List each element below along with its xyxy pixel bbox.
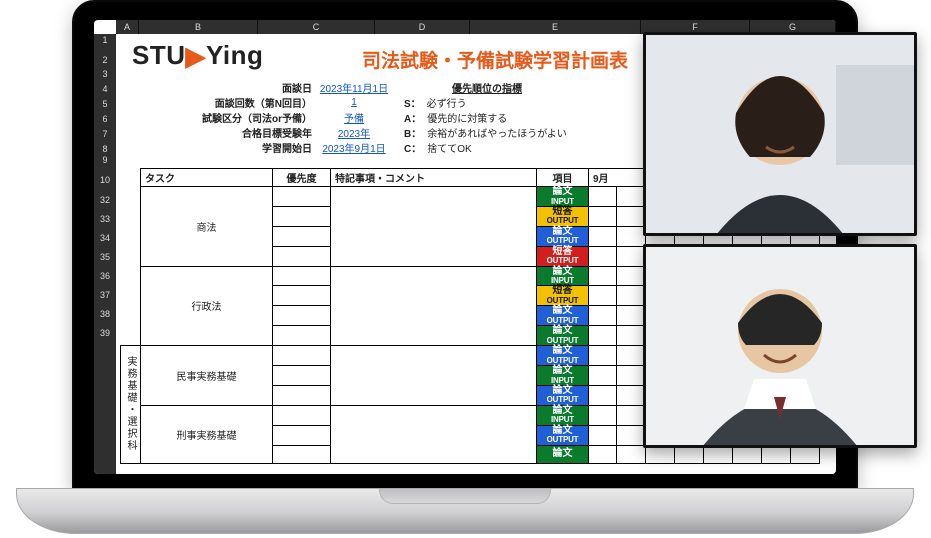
row-7[interactable]: 7 — [94, 130, 116, 139]
item-ronbun-output: 論文OUTPUT — [537, 425, 589, 445]
row-10[interactable]: 10 — [94, 176, 116, 185]
row-headers[interactable]: 1 2 3 4 5 6 7 8 9 10 32 33 34 35 — [94, 34, 116, 474]
col-d[interactable]: D — [375, 20, 470, 34]
row-33[interactable]: 33 — [94, 215, 116, 224]
legend-a: A：優先的に対策する — [390, 110, 507, 125]
consultant-video[interactable] — [643, 32, 917, 236]
row-35[interactable]: 35 — [94, 253, 116, 262]
hdr-item: 項目 — [537, 169, 589, 187]
meta-value-4[interactable]: 2023年9月1日 — [318, 140, 390, 155]
item-ronbun-input: 論文INPUT — [537, 187, 589, 207]
laptop-base — [16, 488, 914, 534]
sheet-title: 司法試験・予備試験学習計画表 — [362, 46, 628, 73]
task-gyosei[interactable]: 行政法 — [141, 266, 273, 346]
task-minji[interactable]: 民事実務基礎 — [141, 346, 273, 406]
row-34[interactable]: 34 — [94, 234, 116, 243]
col-b[interactable]: B — [139, 20, 258, 34]
row-5[interactable]: 5 — [94, 100, 116, 109]
logo-text-1: STU — [132, 40, 186, 70]
row-39[interactable]: 39 — [94, 329, 116, 338]
row-32[interactable]: 32 — [94, 196, 116, 205]
meta-label-2: 試験区分（司法or予備） — [172, 110, 318, 125]
person-icon — [646, 247, 914, 445]
col-c[interactable]: C — [258, 20, 375, 34]
meta-value-3[interactable]: 2023年 — [318, 125, 390, 140]
hdr-task: タスク — [141, 169, 273, 187]
instructor-video[interactable] — [643, 244, 917, 448]
row-8[interactable]: 8 — [94, 145, 116, 154]
row-6[interactable]: 6 — [94, 115, 116, 124]
item-tanto-output: 短答OUTPUT — [537, 206, 589, 226]
hdr-comment: 特記事項・コメント — [331, 169, 537, 187]
row-37[interactable]: 37 — [94, 291, 116, 300]
item-ronbun-output: 論文OUTPUT — [537, 385, 589, 405]
play-icon: ▶ — [186, 41, 207, 72]
item-ronbun-output: 論文OUTPUT — [537, 306, 589, 326]
item-ronbun-input: 論文INPUT — [537, 266, 589, 286]
hdr-priority: 優先度 — [273, 169, 331, 187]
task-keiji[interactable]: 刑事実務基礎 — [141, 405, 273, 463]
laptop-notch — [379, 489, 551, 504]
task-shoho[interactable]: 商法 — [141, 187, 273, 267]
priority-legend-heading: 優先順位の指標 — [452, 80, 522, 95]
legend-b: B：余裕があればやったほうがよい — [390, 125, 567, 140]
row-9[interactable]: 9 — [94, 156, 116, 165]
person-icon — [646, 35, 914, 233]
col-a[interactable]: A — [116, 20, 139, 34]
item-ronbun-input: 論文INPUT — [537, 405, 589, 425]
meta-label-4: 学習開始日 — [172, 140, 318, 155]
item-tanto-output: 短答OUTPUT — [537, 286, 589, 306]
row-38[interactable]: 38 — [94, 310, 116, 319]
meta-value-2[interactable]: 予備 — [318, 110, 390, 125]
row-3[interactable]: 3 — [94, 70, 116, 79]
legend-c: C：捨ててOK — [390, 140, 472, 155]
meta-label-3: 合格目標受験年 — [172, 125, 318, 140]
item-tanto-output-red: 短答OUTPUT — [537, 246, 589, 266]
item-ronbun-output-g: 論文OUTPUT — [537, 326, 589, 346]
col-e[interactable]: E — [470, 20, 641, 34]
item-ronbun-input: 論文INPUT — [537, 366, 589, 386]
legend-s: S：必ず行う — [390, 95, 467, 110]
row-2[interactable]: 2 — [94, 56, 116, 65]
meta-value-0[interactable]: 2023年11月1日 — [318, 80, 390, 95]
meta-label-1: 面談回数（第N回目） — [172, 95, 318, 110]
row-4[interactable]: 4 — [94, 85, 116, 94]
logo-text-2: Ying — [206, 40, 263, 70]
brand-logo: STU▶Ying — [132, 40, 263, 71]
meta-value-1[interactable]: 1 — [318, 97, 390, 108]
row-1[interactable]: 1 — [94, 36, 116, 45]
item-ronbun-output: 論文OUTPUT — [537, 346, 589, 366]
row-36[interactable]: 36 — [94, 272, 116, 281]
category-jitsumu: 実務基礎・選択科 — [121, 346, 141, 463]
item-ronbun-output: 論文OUTPUT — [537, 226, 589, 246]
item-ronbun: 論文 — [537, 445, 589, 463]
meta-label-0: 面談日 — [172, 80, 318, 95]
